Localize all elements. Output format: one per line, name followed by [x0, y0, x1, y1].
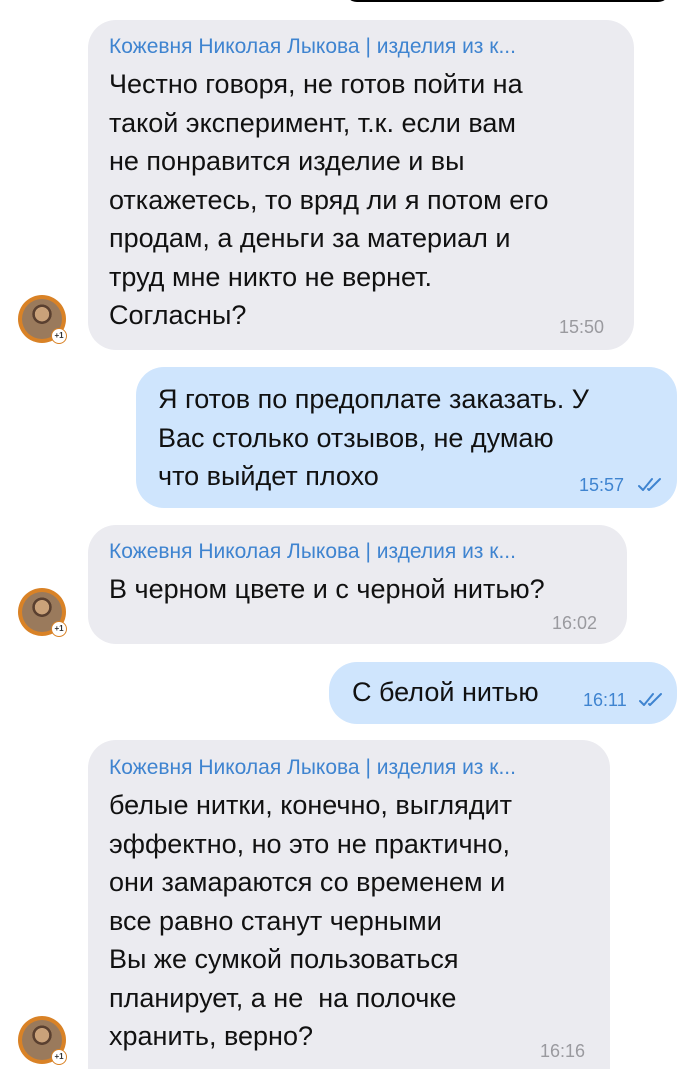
- message-time: 15:57: [579, 475, 625, 495]
- message-text: Я готов по предоплате заказать. У Вас ст…: [158, 384, 589, 491]
- read-checkmarks-icon: [639, 693, 662, 706]
- message-time: 16:11: [583, 690, 627, 710]
- sender-name[interactable]: Кожевня Николая Лыкова | изделия из к...: [109, 755, 599, 781]
- incoming-message[interactable]: Кожевня Николая Лыкова | изделия из к...…: [88, 525, 627, 644]
- avatar-badge: +1: [51, 621, 67, 637]
- message-time: 16:02: [552, 613, 598, 633]
- sender-avatar[interactable]: +1: [18, 295, 67, 344]
- incoming-message[interactable]: Кожевня Николая Лыкова | изделия из к...…: [88, 20, 634, 350]
- top-bar-pill: [345, 0, 670, 2]
- message-text: С белой нитью: [352, 677, 539, 707]
- outgoing-message[interactable]: Я готов по предоплате заказать. У Вас ст…: [136, 367, 677, 508]
- avatar-badge: +1: [51, 328, 67, 344]
- read-checkmarks-icon: [638, 478, 661, 491]
- sender-avatar[interactable]: +1: [18, 588, 67, 637]
- avatar-badge: +1: [51, 1049, 67, 1065]
- message-text: белые нитки, конечно, выглядит эффектно,…: [109, 790, 512, 1051]
- message-time: 16:16: [540, 1041, 586, 1061]
- sender-name[interactable]: Кожевня Николая Лыкова | изделия из к...: [109, 34, 619, 60]
- incoming-message[interactable]: Кожевня Николая Лыкова | изделия из к...…: [88, 740, 610, 1069]
- outgoing-message[interactable]: С белой нитью 16:11: [329, 662, 677, 724]
- message-time: 15:50: [559, 317, 605, 337]
- sender-name[interactable]: Кожевня Николая Лыкова | изделия из к...: [109, 539, 614, 565]
- sender-avatar[interactable]: +1: [18, 1016, 67, 1065]
- message-text: В черном цвете и с черной нитью?: [109, 574, 545, 604]
- message-text: Честно говоря, не готов пойти на такой э…: [109, 69, 549, 330]
